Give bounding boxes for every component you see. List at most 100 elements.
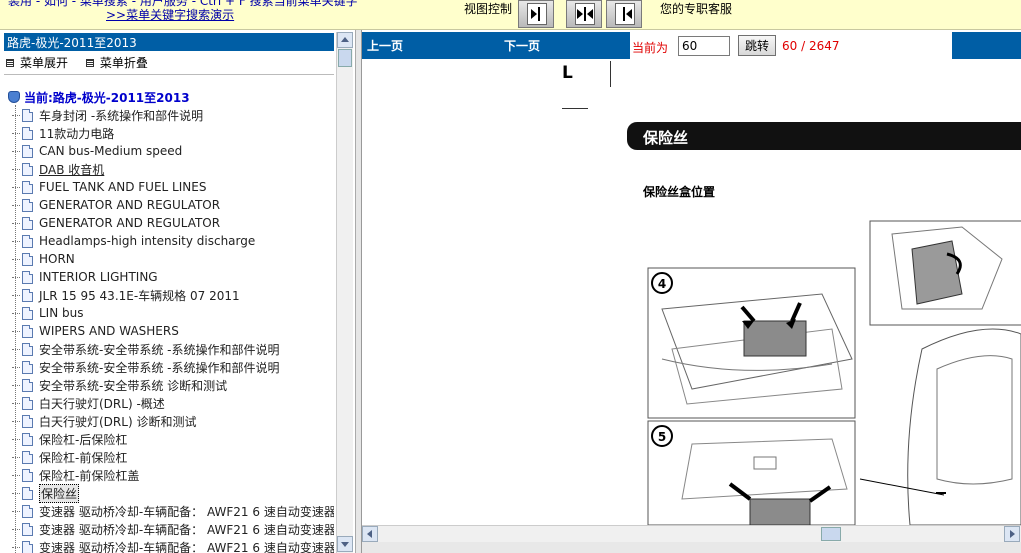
tree-item-label: HORN bbox=[39, 252, 75, 266]
tree-item[interactable]: HORN bbox=[4, 250, 75, 268]
top-toolbar: 装用 - 如何 - 菜单搜索 - 用户服务 - Ctrl + F 搜索当前菜单关… bbox=[0, 0, 1021, 30]
tree-item-label: 11款动力电路 bbox=[39, 126, 115, 141]
tree-item-label: 变速器 驱动桥冷却-车辆配备： AWF21 6 速自动变速器 bbox=[39, 540, 334, 553]
scroll-left-button[interactable] bbox=[362, 526, 378, 542]
scroll-up-button[interactable] bbox=[337, 32, 353, 48]
scroll-thumb[interactable] bbox=[338, 49, 352, 67]
menu-controls: 菜单展开 菜单折叠 bbox=[6, 54, 162, 71]
tree-item[interactable]: CAN bus-Medium speed bbox=[4, 142, 182, 160]
tree-item[interactable]: 安全带系统-安全带系统 -系统操作和部件说明 bbox=[4, 340, 279, 358]
tree-item[interactable]: 车身封闭 -系统操作和部件说明 bbox=[4, 106, 203, 124]
document-icon bbox=[22, 522, 33, 536]
document-icon bbox=[22, 108, 33, 122]
tree-item[interactable]: DAB 收音机 bbox=[4, 160, 104, 178]
document-icon bbox=[22, 162, 33, 176]
arrow-left-icon bbox=[367, 530, 372, 538]
menu-collapse-button[interactable]: 菜单折叠 bbox=[85, 54, 148, 71]
tree-item[interactable]: 变速器 驱动桥冷却-车辆配备： AWF21 6 速自动变速器 bbox=[4, 502, 334, 520]
scroll-down-button[interactable] bbox=[337, 536, 353, 552]
tree-item[interactable]: 变速器 驱动桥冷却-车辆配备： AWF21 6 速自动变速器 bbox=[4, 520, 334, 538]
callout-4: 4 bbox=[658, 277, 666, 291]
panel-split-icon bbox=[575, 3, 595, 25]
tree-item[interactable]: WIPERS AND WASHERS bbox=[4, 322, 179, 340]
tree-root[interactable]: 当前:路虎-极光-2011至2013 bbox=[8, 88, 190, 106]
document-icon bbox=[22, 126, 33, 140]
tree-item-label: 白天行驶灯(DRL) 诊断和测试 bbox=[39, 414, 197, 429]
tree-item[interactable]: 保险杠-后保险杠 bbox=[4, 430, 127, 448]
tree-item[interactable]: FUEL TANK AND FUEL LINES bbox=[4, 178, 206, 196]
tree-item[interactable]: 安全带系统-安全带系统 -系统操作和部件说明 bbox=[4, 358, 279, 376]
document-icon bbox=[22, 540, 33, 553]
document-view: L 保险丝 保险丝盒位置 4 5 bbox=[362, 59, 1021, 525]
tree-item[interactable]: 11款动力电路 bbox=[4, 124, 114, 142]
tree-item-label: INTERIOR LIGHTING bbox=[39, 270, 158, 284]
tree-item[interactable]: LIN bus bbox=[4, 304, 84, 322]
panel-right-icon bbox=[527, 3, 547, 25]
document-icon bbox=[22, 396, 33, 410]
tree-item[interactable]: GENERATOR AND REGULATOR bbox=[4, 214, 220, 232]
service-text: 您的专职客服 bbox=[660, 2, 733, 16]
tree-item-selected[interactable]: 保险丝 bbox=[4, 483, 80, 503]
tree-item[interactable]: 白天行驶灯(DRL) 诊断和测试 bbox=[4, 412, 196, 430]
divider bbox=[4, 74, 334, 75]
tree-item-label: 安全带系统-安全带系统 -系统操作和部件说明 bbox=[39, 360, 280, 375]
scroll-right-button[interactable] bbox=[1004, 526, 1020, 542]
tree-item-label: FUEL TANK AND FUEL LINES bbox=[39, 180, 207, 194]
tree-item-label: DAB 收音机 bbox=[39, 162, 105, 177]
sidebar: 路虎-极光-2011至2013 菜单展开 菜单折叠 当前:路虎-极光-2011至… bbox=[0, 30, 356, 553]
document-icon bbox=[22, 234, 33, 248]
document-icon bbox=[22, 486, 33, 500]
document-icon bbox=[22, 360, 33, 374]
tree-item-label: 保险杠-后保险杠 bbox=[39, 432, 128, 447]
tree-item-label: GENERATOR AND REGULATOR bbox=[39, 216, 221, 230]
prev-page-link[interactable]: 上一页 bbox=[367, 37, 403, 54]
view-right-button[interactable] bbox=[518, 0, 554, 28]
document-icon bbox=[22, 414, 33, 428]
document-icon bbox=[22, 342, 33, 356]
tree-item[interactable]: 保险杠-前保险杠 bbox=[4, 448, 127, 466]
tree-item-label: 安全带系统-安全带系统 -系统操作和部件说明 bbox=[39, 342, 280, 357]
hscroll-thumb[interactable] bbox=[821, 527, 841, 541]
next-page-link[interactable]: 下一页 bbox=[504, 37, 540, 54]
tree-item[interactable]: 安全带系统-安全带系统 诊断和测试 bbox=[4, 376, 227, 394]
tree-root-label: 当前:路虎-极光-2011至2013 bbox=[24, 90, 190, 105]
tree-item-label: 保险丝 bbox=[39, 483, 80, 503]
tree-item[interactable]: Headlamps-high intensity discharge bbox=[4, 232, 255, 250]
keyword-search-demo-link[interactable]: >>菜单关键字搜索演示 bbox=[106, 6, 234, 23]
sidebar-title: 路虎-极光-2011至2013 bbox=[4, 33, 334, 51]
document-icon bbox=[22, 432, 33, 446]
callout-5: 5 bbox=[658, 430, 666, 444]
tree-item[interactable]: 保险杠-前保险杠盖 bbox=[4, 466, 139, 484]
page-count: 60 / 2647 bbox=[782, 39, 840, 53]
tree-item[interactable]: INTERIOR LIGHTING bbox=[4, 268, 158, 286]
page-number-input[interactable] bbox=[678, 36, 730, 56]
document-icon bbox=[22, 198, 33, 212]
tree-item-label: 车身封闭 -系统操作和部件说明 bbox=[39, 108, 204, 123]
menu-expand-button[interactable]: 菜单展开 bbox=[6, 54, 68, 71]
view-left-button[interactable] bbox=[606, 0, 642, 28]
document-icon bbox=[22, 252, 33, 266]
menu-collapse-label: 菜单折叠 bbox=[99, 56, 148, 70]
tree-item[interactable]: 白天行驶灯(DRL) -概述 bbox=[4, 394, 165, 412]
tree-item[interactable]: JLR 15 95 43.1E-车辆规格 07 2011 bbox=[4, 286, 240, 304]
tree-item-label: 白天行驶灯(DRL) -概述 bbox=[39, 396, 165, 411]
tree-item-label: 变速器 驱动桥冷却-车辆配备： AWF21 6 速自动变速器 bbox=[39, 504, 334, 519]
menu-tree: 当前:路虎-极光-2011至2013 车身封闭 -系统操作和部件说明 11款动力… bbox=[4, 88, 334, 553]
tree-item-label: 安全带系统-安全带系统 诊断和测试 bbox=[39, 378, 228, 393]
arrow-up-icon bbox=[341, 37, 349, 42]
tree-item-label: 变速器 驱动桥冷却-车辆配备： AWF21 6 速自动变速器 bbox=[39, 522, 334, 537]
tree-item-label: JLR 15 95 43.1E-车辆规格 07 2011 bbox=[39, 288, 240, 303]
document-icon bbox=[22, 378, 33, 392]
sidebar-scrollbar[interactable] bbox=[336, 32, 353, 553]
fuse-box-illustration: 4 5 bbox=[647, 220, 1021, 525]
panel-left-icon bbox=[615, 3, 635, 25]
tree-item[interactable]: 变速器 驱动桥冷却-车辆配备： AWF21 6 速自动变速器 bbox=[4, 538, 334, 553]
tree-item[interactable]: GENERATOR AND REGULATOR bbox=[4, 196, 220, 214]
jump-button[interactable]: 跳转 bbox=[738, 35, 776, 56]
tree-item-label: 保险杠-前保险杠 bbox=[39, 450, 128, 465]
document-icon bbox=[22, 216, 33, 230]
view-split-button[interactable] bbox=[566, 0, 602, 28]
document-icon bbox=[22, 450, 33, 464]
tree-item-label: GENERATOR AND REGULATOR bbox=[39, 198, 221, 212]
document-hscrollbar[interactable] bbox=[362, 525, 1021, 542]
